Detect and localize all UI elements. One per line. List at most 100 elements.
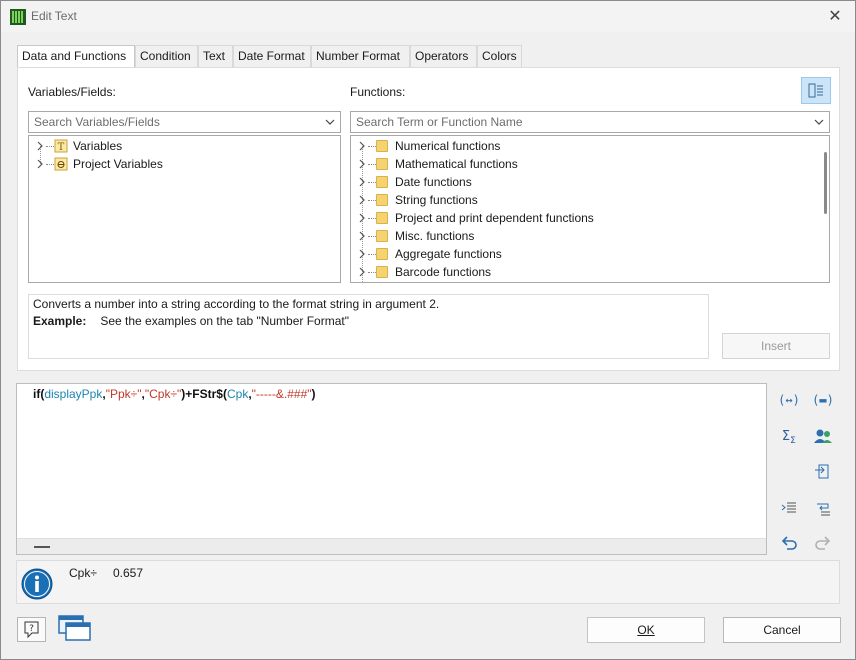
cancel-button[interactable]: Cancel [723,617,841,643]
chevron-down-icon[interactable] [324,112,336,132]
folder-icon [376,158,388,170]
chevron-right-icon[interactable] [357,195,367,205]
expression-text[interactable]: if(displayPpk,"Ppk÷","Cpk÷")+FStr$(Cpk,"… [33,387,316,401]
chevron-right-icon[interactable] [357,159,367,169]
tab-text[interactable]: Text [198,45,233,67]
users-icon[interactable] [812,425,834,447]
svg-text:Σ: Σ [782,429,790,444]
redo-icon[interactable] [812,532,834,554]
tree-connector [368,272,376,273]
function-category-item[interactable]: String functions [351,191,811,209]
tree-item-project-variables[interactable]: Project Variables [29,155,329,173]
tab-number-format[interactable]: Number Format [311,45,410,67]
help-button[interactable]: ? [17,617,46,642]
indent-icon[interactable] [778,497,800,519]
undo-icon[interactable] [778,532,800,554]
insert-field-icon[interactable] [812,461,834,483]
text-variable-icon: T [54,139,68,153]
insert-space-icon[interactable]: (▬) [812,389,834,411]
function-category-item[interactable]: Date functions [351,173,811,191]
tab-label: Data and Functions [22,49,127,63]
function-category-item[interactable]: Mathematical functions [351,155,811,173]
function-category-item[interactable]: Numerical functions [351,137,811,155]
variables-search-placeholder: Search Variables/Fields [34,115,160,129]
tab-label: Number Format [316,49,401,63]
edit-text-dialog: Edit Text ✕ Data and Functions Condition… [0,0,856,660]
expression-token: if( [33,387,45,401]
tree-connector [368,218,376,219]
expression-token: Cpk [226,387,249,401]
function-category-label: Numerical functions [395,139,501,153]
app-icon [10,9,26,25]
functions-scrollbar[interactable] [824,152,827,214]
view-toggle-button[interactable] [801,77,831,104]
chevron-right-icon[interactable] [357,141,367,151]
expression-editor[interactable]: if(displayPpk,"Ppk÷","Cpk÷")+FStr$(Cpk,"… [16,383,767,555]
tab-label: Date Format [238,49,305,63]
data-and-functions-panel: Variables/Fields: Functions: Search Vari… [17,67,840,371]
function-category-item[interactable]: Project and print dependent functions [351,209,811,227]
windows-icon[interactable] [57,614,91,642]
folder-icon [376,176,388,188]
tree-item-label: Project Variables [73,157,163,171]
list-view-icon [808,83,823,98]
project-variable-icon [54,157,68,171]
tab-date-format[interactable]: Date Format [233,45,311,67]
chevron-right-icon[interactable] [35,159,45,169]
function-category-item[interactable]: Misc. functions [351,227,811,245]
window-title: Edit Text [31,9,77,23]
collapse-handle[interactable] [34,546,50,548]
svg-text:(▬): (▬) [812,393,834,407]
function-category-label: Project and print dependent functions [395,211,594,225]
tab-colors[interactable]: Colors [477,45,522,67]
sum-icon[interactable]: Σ Σ [778,425,800,447]
example-text: See the examples on the tab "Number Form… [100,314,349,328]
function-category-item[interactable]: Aggregate functions [351,245,811,263]
function-category-label: String functions [395,193,478,207]
tree-item-label: Variables [73,139,123,153]
description-text: Converts a number into a string accordin… [33,297,440,311]
chevron-right-icon[interactable] [357,249,367,259]
tree-connector [368,254,376,255]
function-category-label: Mathematical functions [395,157,518,171]
close-icon: ✕ [828,8,842,25]
tab-label: Condition [140,49,191,63]
function-category-label: Date functions [395,175,472,189]
chevron-down-icon[interactable] [813,112,825,132]
svg-text:T: T [58,142,65,153]
tree-item-variables[interactable]: T Variables [29,137,329,155]
function-category-label: Misc. functions [395,229,475,243]
insert-parentheses-icon[interactable]: (↔) [778,389,800,411]
folder-icon [376,266,388,278]
variables-tree[interactable]: T Variables Project Variables [28,135,341,283]
function-category-label: Barcode functions [395,265,492,279]
ok-button[interactable]: OK [587,617,705,643]
tab-condition[interactable]: Condition [135,45,198,67]
functions-tree[interactable]: Numerical functions Mathematical function… [350,135,830,283]
result-label: Cpk÷ [69,566,97,580]
chevron-right-icon[interactable] [357,177,367,187]
tree-connector [368,182,376,183]
function-category-item[interactable]: Barcode functions [351,263,811,281]
chevron-right-icon[interactable] [357,231,367,241]
wrap-lines-icon[interactable] [812,497,834,519]
chevron-right-icon[interactable] [35,141,45,151]
expression-token: ) [311,387,316,401]
functions-search-input[interactable]: Search Term or Function Name [350,111,830,133]
ok-label: OK [637,623,655,637]
close-button[interactable]: ✕ [815,1,855,32]
cancel-label: Cancel [763,623,801,637]
tab-operators[interactable]: Operators [410,45,477,67]
chevron-right-icon[interactable] [357,213,367,223]
tree-connector [46,164,54,165]
tab-data-and-functions[interactable]: Data and Functions [17,45,135,68]
function-description: Converts a number into a string accordin… [28,294,709,359]
tab-label: Operators [415,49,469,63]
tree-connector [46,146,54,147]
chevron-right-icon[interactable] [357,267,367,277]
example-label: Example: [33,314,87,328]
folder-icon [376,212,388,224]
functions-label: Functions: [350,85,406,99]
insert-button[interactable]: Insert [722,333,830,359]
variables-search-input[interactable]: Search Variables/Fields [28,111,341,133]
